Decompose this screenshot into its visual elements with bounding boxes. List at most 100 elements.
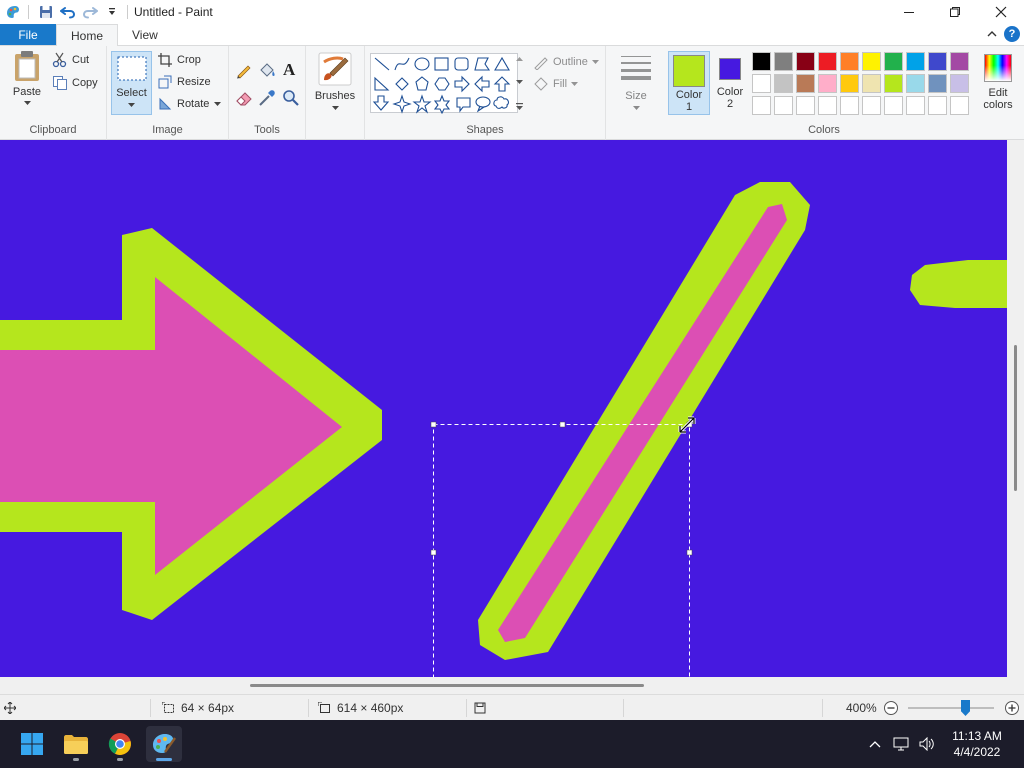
start-button[interactable] bbox=[14, 726, 50, 762]
magnifier-tool[interactable] bbox=[282, 89, 300, 110]
horizontal-scrollbar[interactable] bbox=[0, 677, 1024, 694]
size-button[interactable]: Size bbox=[616, 54, 656, 116]
custom-color-slot[interactable] bbox=[906, 96, 925, 115]
four-point-star-shape-icon[interactable] bbox=[392, 94, 412, 114]
palette-color-swatch[interactable] bbox=[796, 74, 815, 93]
tab-view[interactable]: View bbox=[118, 24, 172, 45]
down-arrow-shape-icon[interactable] bbox=[372, 95, 390, 111]
rounded-callout-shape-icon[interactable] bbox=[456, 97, 471, 113]
line-shape-icon[interactable] bbox=[374, 57, 390, 71]
undo-icon[interactable] bbox=[57, 1, 79, 23]
resize-button[interactable]: Resize bbox=[158, 75, 211, 89]
palette-color-swatch[interactable] bbox=[840, 52, 859, 71]
palette-color-swatch[interactable] bbox=[774, 74, 793, 93]
rectangle-shape-icon[interactable] bbox=[434, 57, 449, 71]
scroll-up-icon[interactable] bbox=[515, 56, 523, 61]
hexagon-shape-icon[interactable] bbox=[434, 77, 450, 91]
right-arrow-shape-icon[interactable] bbox=[454, 75, 470, 93]
copy-button[interactable]: Copy bbox=[52, 75, 98, 91]
minimize-button[interactable] bbox=[886, 0, 932, 24]
taskbar-paint[interactable] bbox=[146, 726, 182, 762]
close-button[interactable] bbox=[978, 0, 1024, 24]
select-button[interactable]: Select bbox=[111, 51, 152, 115]
palette-color-swatch[interactable] bbox=[774, 52, 793, 71]
taskbar-chrome[interactable] bbox=[102, 726, 138, 762]
horizontal-scroll-thumb[interactable] bbox=[250, 684, 644, 687]
right-triangle-shape-icon[interactable] bbox=[374, 76, 390, 91]
tab-home[interactable]: Home bbox=[56, 24, 119, 46]
custom-color-slot[interactable] bbox=[774, 96, 793, 115]
zoom-slider-thumb[interactable] bbox=[961, 700, 970, 716]
palette-color-swatch[interactable] bbox=[884, 52, 903, 71]
custom-color-slot[interactable] bbox=[928, 96, 947, 115]
five-point-star-shape-icon[interactable] bbox=[412, 94, 432, 114]
triangle-shape-icon[interactable] bbox=[494, 56, 510, 71]
maximize-button[interactable] bbox=[932, 0, 978, 24]
volume-button[interactable] bbox=[914, 737, 940, 751]
color-picker-tool[interactable] bbox=[258, 89, 276, 110]
tab-file[interactable]: File bbox=[0, 24, 56, 45]
custom-color-slot[interactable] bbox=[884, 96, 903, 115]
shapes-gallery-scroll[interactable] bbox=[513, 53, 525, 113]
palette-color-swatch[interactable] bbox=[818, 74, 837, 93]
zoom-slider[interactable] bbox=[908, 700, 994, 716]
custom-color-slot[interactable] bbox=[818, 96, 837, 115]
custom-color-slot[interactable] bbox=[862, 96, 881, 115]
palette-color-swatch[interactable] bbox=[818, 52, 837, 71]
text-tool[interactable]: A bbox=[283, 60, 295, 80]
outline-button[interactable]: Outline bbox=[533, 54, 599, 70]
palette-color-swatch[interactable] bbox=[884, 74, 903, 93]
palette-color-swatch[interactable] bbox=[840, 74, 859, 93]
brushes-button[interactable]: Brushes bbox=[312, 52, 358, 116]
rounded-rectangle-shape-icon[interactable] bbox=[454, 57, 469, 71]
fill-button[interactable]: Fill bbox=[533, 76, 579, 92]
fill-tool[interactable] bbox=[258, 61, 276, 82]
cut-button[interactable]: Cut bbox=[52, 52, 89, 68]
palette-color-swatch[interactable] bbox=[862, 74, 881, 93]
custom-color-slot[interactable] bbox=[796, 96, 815, 115]
palette-color-swatch[interactable] bbox=[950, 74, 969, 93]
zoom-out-icon[interactable] bbox=[883, 700, 899, 716]
cloud-callout-shape-icon[interactable] bbox=[493, 96, 509, 109]
paint-app-icon[interactable] bbox=[2, 1, 24, 23]
customize-quick-access-icon[interactable] bbox=[101, 1, 123, 23]
scroll-down-icon[interactable] bbox=[515, 79, 523, 85]
eraser-tool[interactable] bbox=[235, 89, 253, 110]
palette-color-swatch[interactable] bbox=[752, 52, 771, 71]
taskbar-clock[interactable]: 11:13 AM 4/4/2022 bbox=[940, 728, 1014, 760]
paste-button[interactable]: Paste bbox=[6, 50, 48, 114]
up-arrow-shape-icon[interactable] bbox=[493, 76, 511, 92]
palette-color-swatch[interactable] bbox=[906, 74, 925, 93]
pencil-tool[interactable] bbox=[235, 61, 253, 82]
custom-color-slot[interactable] bbox=[752, 96, 771, 115]
network-button[interactable] bbox=[888, 737, 914, 751]
color2-button[interactable]: Color 2 bbox=[713, 51, 747, 115]
curve-shape-icon[interactable] bbox=[394, 57, 410, 71]
rotate-button[interactable]: Rotate bbox=[158, 97, 222, 111]
drawing-canvas[interactable] bbox=[0, 140, 1007, 677]
diamond-shape-icon[interactable] bbox=[395, 77, 409, 91]
palette-color-swatch[interactable] bbox=[906, 52, 925, 71]
color1-button[interactable]: Color 1 bbox=[668, 51, 710, 115]
vertical-scrollbar[interactable] bbox=[1007, 140, 1024, 677]
collapse-ribbon-icon[interactable] bbox=[986, 28, 998, 40]
palette-color-swatch[interactable] bbox=[796, 52, 815, 71]
crop-button[interactable]: Crop bbox=[158, 53, 201, 67]
palette-color-swatch[interactable] bbox=[752, 74, 771, 93]
oval-callout-shape-icon[interactable] bbox=[475, 96, 491, 113]
show-hidden-icons-button[interactable] bbox=[862, 740, 888, 748]
zoom-in-icon[interactable] bbox=[1004, 700, 1020, 716]
pentagon-shape-icon[interactable] bbox=[415, 76, 429, 91]
six-point-star-shape-icon[interactable] bbox=[433, 94, 451, 115]
redo-icon[interactable] bbox=[79, 1, 101, 23]
palette-color-swatch[interactable] bbox=[950, 52, 969, 71]
expand-gallery-icon[interactable] bbox=[515, 103, 523, 110]
save-icon[interactable] bbox=[35, 1, 57, 23]
edit-colors-button[interactable]: Edit colors bbox=[977, 54, 1019, 111]
palette-color-swatch[interactable] bbox=[862, 52, 881, 71]
palette-color-swatch[interactable] bbox=[928, 74, 947, 93]
taskbar-file-explorer[interactable] bbox=[58, 726, 94, 762]
oval-shape-icon[interactable] bbox=[414, 57, 430, 71]
help-icon[interactable]: ? bbox=[1004, 26, 1020, 42]
polygon-shape-icon[interactable] bbox=[474, 57, 491, 71]
